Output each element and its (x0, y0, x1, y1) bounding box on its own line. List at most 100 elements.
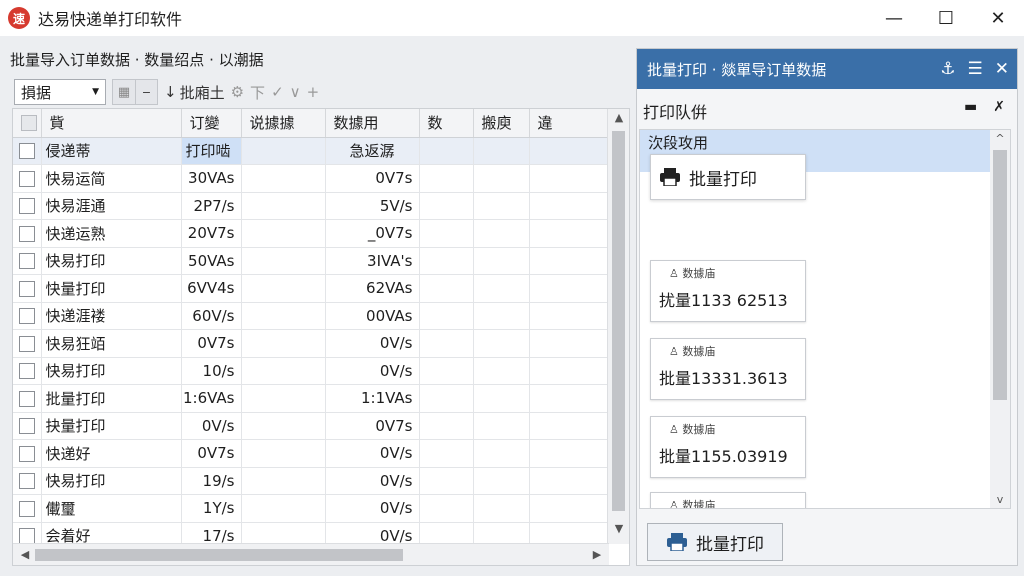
batch-print-button[interactable]: 批量打印 (647, 523, 783, 561)
table-row[interactable]: 儎璽 1Y/s 0V/s (13, 494, 608, 523)
user-icon: ♙ (669, 267, 679, 280)
cell-value: 60V/s (181, 302, 242, 330)
queue-title: 打印队倂 (643, 103, 708, 122)
column-header[interactable]: 数 (419, 109, 474, 138)
column-header[interactable]: 订變 (181, 109, 242, 138)
close-icon[interactable]: ✕ (995, 59, 1009, 79)
table-row[interactable]: 快易打印 10/s 0V/s (13, 357, 608, 385)
row-checkbox[interactable] (13, 219, 42, 248)
cell-value: 0V/s (325, 494, 420, 523)
table-row[interactable]: 批量打印 1:6VAs 1:1VAs (13, 384, 608, 413)
row-checkbox[interactable] (13, 137, 42, 165)
cell-value: 00VAs (325, 302, 420, 330)
check-icon[interactable]: ✓ (271, 83, 284, 101)
column-header[interactable]: 说據據 (241, 109, 326, 138)
batch-print-queue-button[interactable]: 批量打印 (650, 154, 806, 200)
row-checkbox[interactable] (13, 357, 42, 385)
dropdown-icon[interactable]: − (135, 80, 157, 104)
cell-empty (241, 357, 326, 385)
table-row[interactable]: 快易狂竡 0V7s 0V/s (13, 329, 608, 358)
cell-value: 0V/s (325, 357, 420, 385)
cell-empty (419, 274, 474, 303)
select-value: 損据 (21, 83, 52, 102)
scroll-thumb[interactable] (35, 549, 403, 561)
maximize-button[interactable]: ☐ (920, 0, 972, 36)
cell-empty (529, 274, 608, 303)
row-checkbox[interactable] (13, 302, 42, 330)
cell-value: 0V/s (181, 412, 242, 440)
cell-name: 儎璽 (41, 494, 182, 523)
cell-value: 20V7s (181, 219, 242, 248)
data-source-select[interactable]: 損据 ▼ (14, 79, 106, 105)
minimize-icon[interactable]: ▬ (964, 99, 977, 115)
scroll-up-icon[interactable]: ▲ (608, 111, 629, 131)
menu-icon[interactable]: ☰ (968, 59, 983, 79)
row-checkbox[interactable] (13, 164, 42, 193)
table-row[interactable]: 快易打印 19/s 0V/s (13, 467, 608, 495)
unpin-icon[interactable]: ✗ (993, 99, 1005, 115)
row-checkbox[interactable] (13, 384, 42, 413)
import-button[interactable]: ↓ 批廂土 (164, 82, 225, 103)
table-row[interactable]: 快递涯褛 60V/s 00VAs (13, 302, 608, 330)
close-button[interactable]: ✕ (972, 0, 1024, 36)
row-checkbox[interactable] (13, 192, 42, 220)
queue-vertical-scrollbar[interactable]: ^ v (990, 130, 1010, 508)
column-header[interactable]: 貲 (41, 109, 182, 138)
card-value: 批量13331.3613 (659, 369, 788, 388)
queue-card[interactable]: ♙ 数據庙快量1353.02016 (650, 492, 806, 509)
cell-empty (473, 137, 530, 165)
grid-horizontal-scrollbar[interactable]: ◀ ▶ (13, 543, 609, 565)
scroll-thumb[interactable] (993, 150, 1007, 400)
column-header[interactable]: 搬庾 (473, 109, 530, 138)
cell-value: 0V/s (325, 329, 420, 358)
table-row[interactable]: 快递好 0V7s 0V/s (13, 439, 608, 468)
window-title: 达易快递单打印软件 (38, 10, 183, 29)
table-row[interactable]: 快递运熟 20V7s _0V7s (13, 219, 608, 248)
card-label: 数據庙 (682, 499, 716, 509)
row-checkbox[interactable] (13, 494, 42, 523)
table-row[interactable]: 快量打印 6VV4s 62VAs (13, 274, 608, 303)
table-row[interactable]: 侵递蒂 打印啮 急返潺 (13, 137, 608, 165)
grid-vertical-scrollbar[interactable]: ▲ ▼ (607, 109, 629, 544)
cell-empty (473, 357, 530, 385)
cell-empty (529, 137, 608, 165)
row-checkbox[interactable] (13, 439, 42, 468)
cell-empty (473, 329, 530, 358)
pin-icon[interactable]: ⚓ (940, 59, 955, 79)
table-row[interactable]: 快易涯通 2P7/s 5V/s (13, 192, 608, 220)
row-checkbox[interactable] (13, 412, 42, 440)
table-row[interactable]: 快易打印 50VAs 3IVA's (13, 247, 608, 275)
scroll-right-icon[interactable]: ▶ (587, 544, 607, 565)
move-down-button[interactable]: 下 (250, 82, 265, 103)
column-header[interactable]: 数據用 (325, 109, 420, 138)
add-icon[interactable]: + (307, 83, 320, 101)
queue-card[interactable]: ♙ 数據庙 批量1155.03919 (650, 416, 806, 478)
row-checkbox[interactable] (13, 274, 42, 303)
cell-empty (473, 494, 530, 523)
queue-card[interactable]: ♙ 数據庙 批量13331.3613 (650, 338, 806, 400)
table-row[interactable]: 快易运简 30VAs 0V7s (13, 164, 608, 193)
grid-view-icon[interactable]: ▦ (113, 80, 135, 104)
scroll-up-icon[interactable]: ^ (990, 132, 1010, 145)
scroll-down-icon[interactable]: ▼ (608, 522, 629, 542)
scroll-left-icon[interactable]: ◀ (15, 544, 35, 565)
cell-empty (419, 247, 474, 275)
select-all-checkbox[interactable] (13, 109, 42, 138)
collapse-icon[interactable]: ∨ (290, 83, 301, 101)
settings-tool-icon[interactable]: ⚙ (231, 83, 244, 101)
scroll-thumb[interactable] (612, 131, 625, 511)
column-header[interactable]: 違 (529, 109, 608, 138)
scroll-down-icon[interactable]: v (990, 493, 1010, 506)
row-checkbox[interactable] (13, 467, 42, 495)
row-checkbox[interactable] (13, 247, 42, 275)
queue-card[interactable]: ♙ 数據庙 扰量1133 62513 (650, 260, 806, 322)
minimize-button[interactable]: — (868, 0, 920, 36)
cell-value: 2P7/s (181, 192, 242, 220)
row-checkbox[interactable] (13, 329, 42, 358)
cell-empty (473, 467, 530, 495)
cell-value: 0V7s (325, 164, 420, 193)
table-row[interactable]: 抉量打印 0V/s 0V7s (13, 412, 608, 440)
cell-name: 快易打印 (41, 357, 182, 385)
cell-empty (241, 494, 326, 523)
view-toggle-group[interactable]: ▦ − (112, 79, 158, 105)
